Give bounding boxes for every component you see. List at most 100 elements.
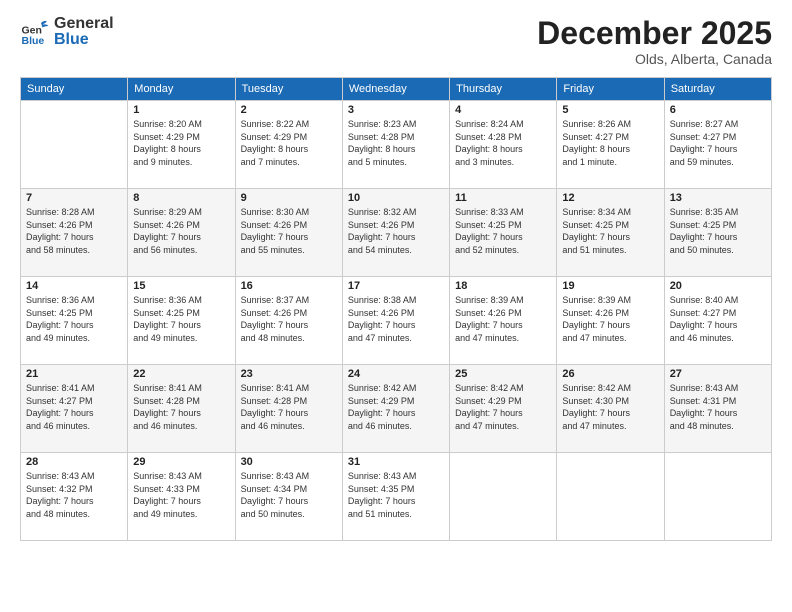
day-info: Sunrise: 8:41 AMSunset: 4:28 PMDaylight:… [133, 382, 229, 432]
table-row: 24Sunrise: 8:42 AMSunset: 4:29 PMDayligh… [342, 365, 449, 453]
table-row: 14 Sunrise: 8:36 AMSunset: 4:25 PMDayligh… [21, 277, 128, 365]
day-number: 14 [26, 280, 122, 292]
month-title: December 2025 [537, 16, 772, 51]
table-row: 16Sunrise: 8:37 AMSunset: 4:26 PMDayligh… [235, 277, 342, 365]
table-row: 27Sunrise: 8:43 AMSunset: 4:31 PMDayligh… [664, 365, 771, 453]
table-row [557, 453, 664, 541]
table-row: 4Sunrise: 8:24 AMSunset: 4:28 PMDaylight… [450, 101, 557, 189]
day-number: 1 [133, 104, 229, 116]
day-info: Sunrise: 8:37 AMSunset: 4:26 PMDaylight:… [241, 294, 337, 344]
calendar-header-row: Sunday Monday Tuesday Wednesday Thursday… [21, 78, 772, 101]
day-number: 25 [455, 368, 551, 380]
table-row: 3Sunrise: 8:23 AMSunset: 4:28 PMDaylight… [342, 101, 449, 189]
day-number: 17 [348, 280, 444, 292]
table-row: 31Sunrise: 8:43 AMSunset: 4:35 PMDayligh… [342, 453, 449, 541]
table-row: 22 Sunrise: 8:41 AMSunset: 4:28 PMDayligh… [128, 365, 235, 453]
day-info: Sunrise: 8:39 AMSunset: 4:26 PMDaylight:… [562, 294, 658, 344]
day-number: 30 [241, 456, 337, 468]
table-row: 26 Sunrise: 8:42 AMSunset: 4:30 PMDayligh… [557, 365, 664, 453]
day-info: Sunrise: 8:42 AMSunset: 4:29 PMDaylight:… [455, 382, 551, 432]
day-number: 3 [348, 104, 444, 116]
day-number: 10 [348, 192, 444, 204]
day-info: Sunrise: 8:22 AMSunset: 4:29 PMDaylight:… [241, 118, 337, 168]
day-number: 23 [241, 368, 337, 380]
day-number: 22 [133, 368, 229, 380]
header-wednesday: Wednesday [342, 78, 449, 101]
day-number: 26 [562, 368, 658, 380]
header-saturday: Saturday [664, 78, 771, 101]
day-info: Sunrise: 8:41 AMSunset: 4:28 PMDaylight:… [241, 382, 337, 432]
calendar-week-row: 28Sunrise: 8:43 AMSunset: 4:32 PMDayligh… [21, 453, 772, 541]
table-row: 11 Sunrise: 8:33 AMSunset: 4:25 PMDayligh… [450, 189, 557, 277]
table-row: 12 Sunrise: 8:34 AMSunset: 4:25 PMDayligh… [557, 189, 664, 277]
table-row: 7 Sunrise: 8:28 AMSunset: 4:26 PMDaylight… [21, 189, 128, 277]
logo-blue: Blue [54, 32, 114, 48]
day-number: 2 [241, 104, 337, 116]
day-info: Sunrise: 8:43 AMSunset: 4:32 PMDaylight:… [26, 470, 122, 520]
header-sunday: Sunday [21, 78, 128, 101]
day-info: Sunrise: 8:30 AMSunset: 4:26 PMDaylight:… [241, 206, 337, 256]
day-info: Sunrise: 8:40 AMSunset: 4:27 PMDaylight:… [670, 294, 766, 344]
table-row: 18 Sunrise: 8:39 AMSunset: 4:26 PMDayligh… [450, 277, 557, 365]
day-info: Sunrise: 8:27 AMSunset: 4:27 PMDaylight:… [670, 118, 766, 168]
table-row: 28Sunrise: 8:43 AMSunset: 4:32 PMDayligh… [21, 453, 128, 541]
table-row: 13 Sunrise: 8:35 AMSunset: 4:25 PMDayligh… [664, 189, 771, 277]
day-info: Sunrise: 8:36 AMSunset: 4:25 PMDaylight:… [133, 294, 229, 344]
day-number: 19 [562, 280, 658, 292]
header: Gen Blue General Blue December 2025 Olds… [20, 16, 772, 67]
day-info: Sunrise: 8:28 AMSunset: 4:26 PMDaylight:… [26, 206, 122, 256]
table-row: 17 Sunrise: 8:38 AMSunset: 4:26 PMDayligh… [342, 277, 449, 365]
table-row: 29Sunrise: 8:43 AMSunset: 4:33 PMDayligh… [128, 453, 235, 541]
day-info: Sunrise: 8:39 AMSunset: 4:26 PMDaylight:… [455, 294, 551, 344]
day-info: Sunrise: 8:26 AMSunset: 4:27 PMDaylight:… [562, 118, 658, 168]
day-number: 27 [670, 368, 766, 380]
day-info: Sunrise: 8:24 AMSunset: 4:28 PMDaylight:… [455, 118, 551, 168]
day-number: 18 [455, 280, 551, 292]
table-row: 30 Sunrise: 8:43 AMSunset: 4:34 PMDayligh… [235, 453, 342, 541]
table-row: 6 Sunrise: 8:27 AMSunset: 4:27 PMDaylight… [664, 101, 771, 189]
header-thursday: Thursday [450, 78, 557, 101]
day-number: 6 [670, 104, 766, 116]
location: Olds, Alberta, Canada [537, 51, 772, 67]
day-number: 9 [241, 192, 337, 204]
table-row: 20 Sunrise: 8:40 AMSunset: 4:27 PMDayligh… [664, 277, 771, 365]
header-tuesday: Tuesday [235, 78, 342, 101]
day-number: 31 [348, 456, 444, 468]
day-number: 13 [670, 192, 766, 204]
day-number: 29 [133, 456, 229, 468]
logo-text: General Blue [54, 16, 114, 48]
day-number: 8 [133, 192, 229, 204]
day-info: Sunrise: 8:33 AMSunset: 4:25 PMDaylight:… [455, 206, 551, 256]
day-info: Sunrise: 8:36 AMSunset: 4:25 PMDaylight:… [26, 294, 122, 344]
day-number: 20 [670, 280, 766, 292]
day-info: Sunrise: 8:38 AMSunset: 4:26 PMDaylight:… [348, 294, 444, 344]
table-row: 21Sunrise: 8:41 AMSunset: 4:27 PMDayligh… [21, 365, 128, 453]
day-info: Sunrise: 8:35 AMSunset: 4:25 PMDaylight:… [670, 206, 766, 256]
table-row: 25 Sunrise: 8:42 AMSunset: 4:29 PMDayligh… [450, 365, 557, 453]
day-info: Sunrise: 8:20 AMSunset: 4:29 PMDaylight:… [133, 118, 229, 168]
header-friday: Friday [557, 78, 664, 101]
table-row: 2 Sunrise: 8:22 AMSunset: 4:29 PMDaylight… [235, 101, 342, 189]
table-row [450, 453, 557, 541]
logo-icon: Gen Blue [20, 17, 50, 47]
table-row: 23 Sunrise: 8:41 AMSunset: 4:28 PMDayligh… [235, 365, 342, 453]
day-number: 12 [562, 192, 658, 204]
day-number: 11 [455, 192, 551, 204]
calendar-week-row: 7 Sunrise: 8:28 AMSunset: 4:26 PMDaylight… [21, 189, 772, 277]
header-monday: Monday [128, 78, 235, 101]
table-row: 10Sunrise: 8:32 AMSunset: 4:26 PMDayligh… [342, 189, 449, 277]
day-info: Sunrise: 8:43 AMSunset: 4:34 PMDaylight:… [241, 470, 337, 520]
day-number: 7 [26, 192, 122, 204]
svg-text:Blue: Blue [22, 35, 45, 47]
day-info: Sunrise: 8:34 AMSunset: 4:25 PMDaylight:… [562, 206, 658, 256]
day-info: Sunrise: 8:42 AMSunset: 4:30 PMDaylight:… [562, 382, 658, 432]
calendar-week-row: 14 Sunrise: 8:36 AMSunset: 4:25 PMDayligh… [21, 277, 772, 365]
day-number: 5 [562, 104, 658, 116]
page: Gen Blue General Blue December 2025 Olds… [0, 0, 792, 612]
table-row: 8Sunrise: 8:29 AMSunset: 4:26 PMDaylight… [128, 189, 235, 277]
day-info: Sunrise: 8:41 AMSunset: 4:27 PMDaylight:… [26, 382, 122, 432]
table-row: 9 Sunrise: 8:30 AMSunset: 4:26 PMDaylight… [235, 189, 342, 277]
table-row: 1 Sunrise: 8:20 AMSunset: 4:29 PMDaylight… [128, 101, 235, 189]
table-row: 5 Sunrise: 8:26 AMSunset: 4:27 PMDaylight… [557, 101, 664, 189]
day-info: Sunrise: 8:42 AMSunset: 4:29 PMDaylight:… [348, 382, 444, 432]
